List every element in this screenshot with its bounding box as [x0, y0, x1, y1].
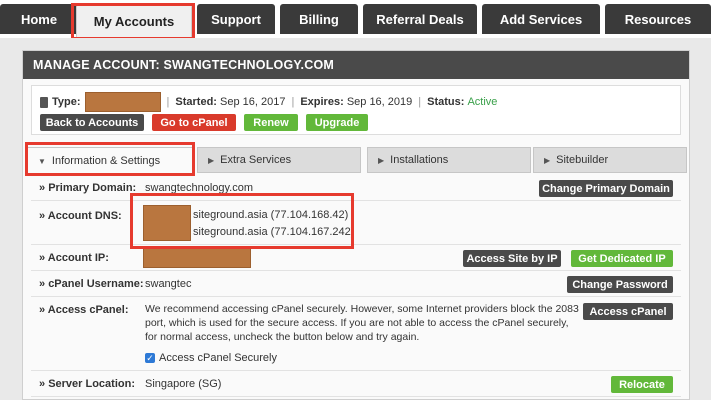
row-access-cpanel: Access cPanel: We recommend accessing cP…	[31, 297, 681, 371]
nav-tab-add-services[interactable]: Add Services	[482, 4, 600, 34]
started-value: Sep 16, 2017	[220, 96, 286, 108]
server-icon	[40, 96, 48, 108]
subtab-information-settings[interactable]: ▼ Information & Settings	[27, 147, 195, 174]
expires-value: Sep 16, 2019	[346, 96, 413, 108]
cpanel-username-label: cPanel Username:	[39, 278, 143, 290]
access-cpanel-text-line-1: We recommend accessing cPanel securely. …	[145, 303, 579, 315]
cpanel-username-value: swangtec	[145, 278, 192, 290]
change-password-button[interactable]: Change Password	[567, 276, 673, 293]
primary-domain-label: Primary Domain:	[39, 182, 136, 194]
access-cpanel-label: Access cPanel:	[39, 304, 129, 316]
checkbox-label: Access cPanel Securely	[159, 352, 277, 364]
redacted-type-value	[84, 92, 161, 112]
access-cpanel-text-line-3: for normal access, uncheck the button be…	[145, 331, 420, 343]
redacted-dns-prefix	[143, 205, 191, 241]
nav-tab-resources[interactable]: Resources	[605, 4, 711, 34]
redacted-ip-value	[143, 248, 251, 268]
nav-tab-billing[interactable]: Billing	[280, 4, 358, 34]
change-primary-domain-button[interactable]: Change Primary Domain	[539, 180, 673, 197]
dns-server-2: siteground.asia (77.104.167.242)	[193, 226, 355, 238]
top-navigation: Home My Accounts Support Billing Referra…	[0, 0, 711, 38]
subtab-extra-services[interactable]: ▶ Extra Services	[197, 147, 361, 173]
subtab-label: Sitebuilder	[556, 154, 609, 166]
go-to-cpanel-button[interactable]: Go to cPanel	[152, 114, 236, 131]
nav-tab-home[interactable]: Home	[0, 4, 78, 34]
primary-domain-value: swangtechnology.com	[145, 182, 254, 194]
row-account-dns: Account DNS: siteground.asia (77.104.168…	[31, 201, 681, 245]
row-cpanel-username: cPanel Username: swangtec Change Passwor…	[31, 271, 681, 297]
relocate-button[interactable]: Relocate	[611, 376, 673, 393]
manage-account-panel: MANAGE ACCOUNT: SWANGTECHNOLOGY.COM Type…	[22, 50, 690, 400]
access-cpanel-button[interactable]: Access cPanel	[583, 303, 673, 320]
server-location-value: Singapore (SG)	[145, 378, 222, 390]
status-label: Status:	[427, 96, 465, 108]
account-summary-line: Type: | Started: Sep 16, 2017 | Expires:…	[40, 92, 497, 112]
separator: |	[291, 96, 295, 108]
server-location-label: Server Location:	[39, 378, 135, 390]
row-server-location: Server Location: Singapore (SG) Relocate	[31, 371, 681, 397]
subtab-label: Extra Services	[220, 154, 292, 166]
subtab-sitebuilder[interactable]: ▶ Sitebuilder	[533, 147, 687, 173]
triangle-down-icon: ▼	[38, 156, 46, 166]
nav-tab-referral-deals[interactable]: Referral Deals	[363, 4, 477, 34]
subtab-installations[interactable]: ▶ Installations	[367, 147, 531, 173]
triangle-right-icon: ▶	[544, 155, 551, 165]
nav-tab-support[interactable]: Support	[197, 4, 275, 34]
access-cpanel-text-line-2: port, which is used for the secure acces…	[145, 317, 569, 329]
subtab-label: Installations	[390, 154, 449, 166]
access-cpanel-securely-option[interactable]: ✓ Access cPanel Securely	[145, 352, 277, 364]
subtab-label: Information & Settings	[51, 155, 161, 167]
account-dns-label: Account DNS:	[39, 210, 122, 222]
access-site-by-ip-button[interactable]: Access Site by IP	[463, 250, 561, 267]
renew-button[interactable]: Renew	[244, 114, 298, 131]
expires-label: Expires:	[300, 96, 344, 108]
type-label: Type:	[52, 96, 81, 108]
upgrade-button[interactable]: Upgrade	[306, 114, 368, 131]
row-primary-domain: Primary Domain: swangtechnology.com Chan…	[31, 175, 681, 201]
row-account-ip: Account IP: Access Site by IP Get Dedica…	[31, 245, 681, 271]
started-label: Started:	[175, 96, 217, 108]
nav-tab-my-accounts[interactable]: My Accounts	[76, 4, 192, 38]
dns-server-1: siteground.asia (77.104.168.42)	[193, 209, 349, 221]
account-ip-label: Account IP:	[39, 252, 109, 264]
separator: |	[166, 96, 170, 108]
panel-title: MANAGE ACCOUNT: SWANGTECHNOLOGY.COM	[23, 51, 689, 79]
get-dedicated-ip-button[interactable]: Get Dedicated IP	[571, 250, 673, 267]
status-value: Active	[467, 96, 498, 108]
back-to-accounts-button[interactable]: Back to Accounts	[40, 114, 144, 131]
checkbox-checked-icon[interactable]: ✓	[145, 353, 155, 364]
separator: |	[418, 96, 422, 108]
triangle-right-icon: ▶	[378, 155, 385, 165]
account-info-box: Type: | Started: Sep 16, 2017 | Expires:…	[31, 85, 681, 135]
triangle-right-icon: ▶	[208, 155, 215, 165]
